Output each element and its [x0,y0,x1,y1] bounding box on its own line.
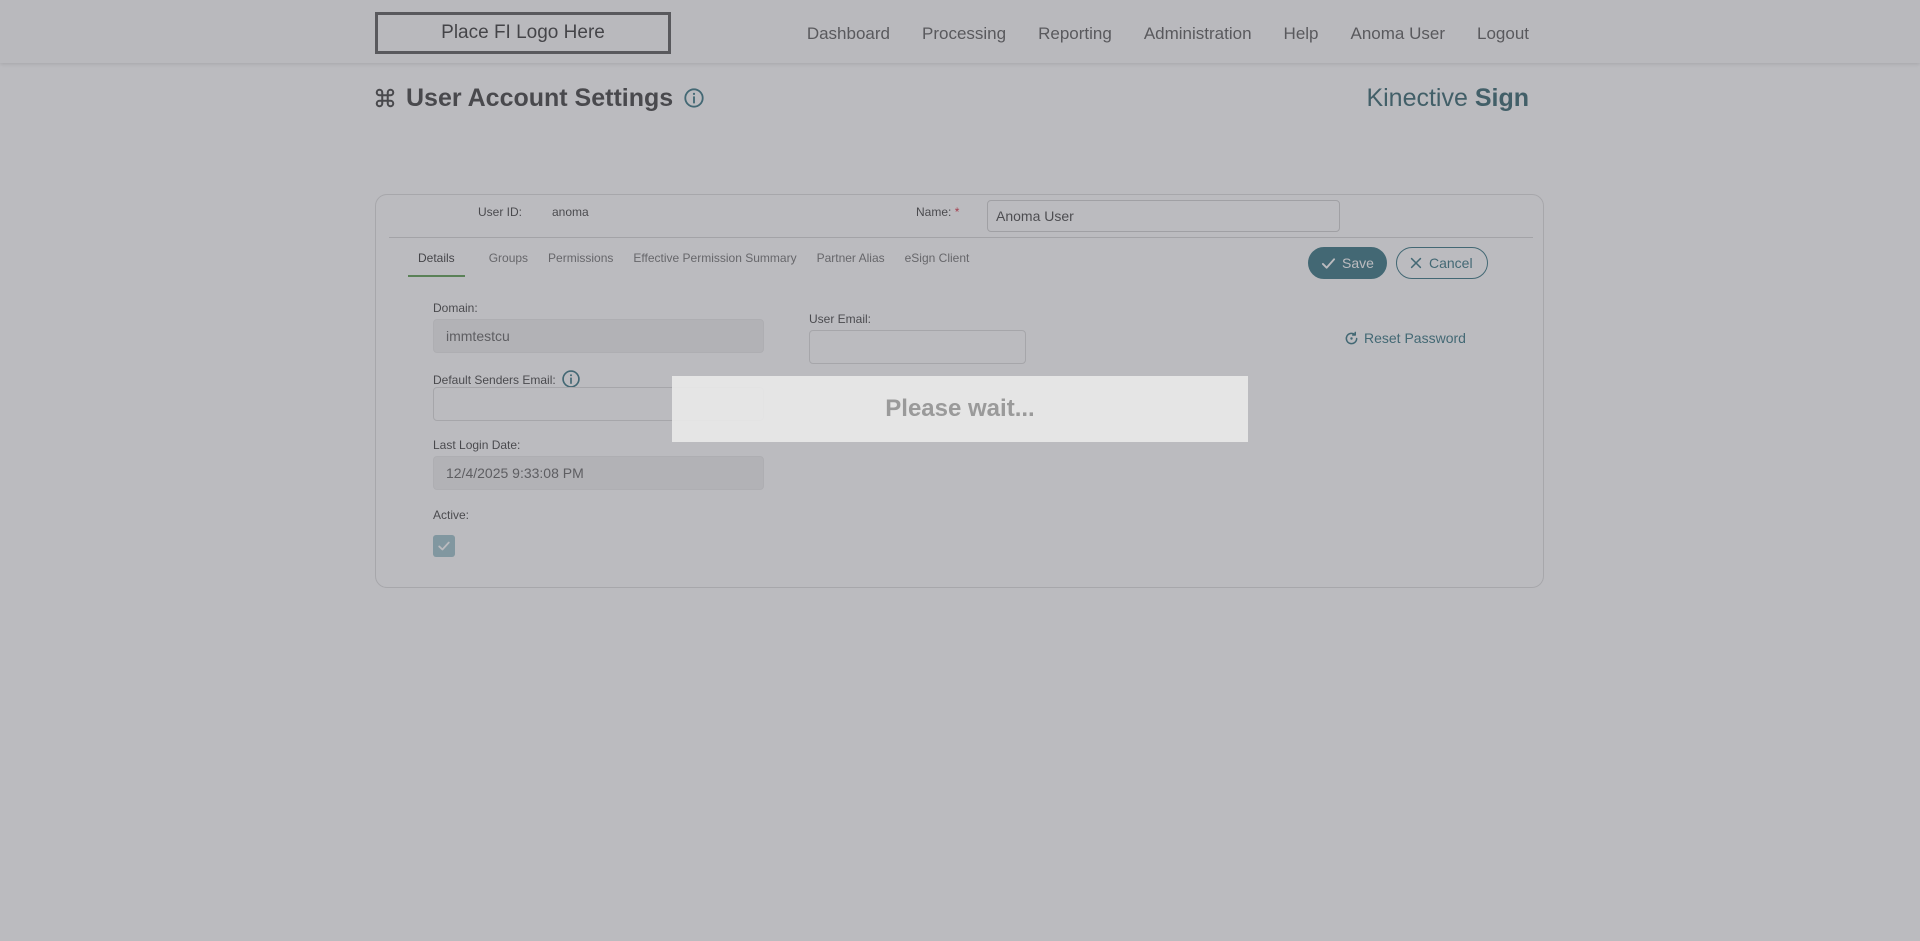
please-wait-dialog: Please wait... [672,376,1248,442]
please-wait-message: Please wait... [885,395,1035,422]
page: Place FI Logo Here Dashboard Processing … [0,0,1920,941]
loading-overlay: Please wait... [0,0,1920,941]
